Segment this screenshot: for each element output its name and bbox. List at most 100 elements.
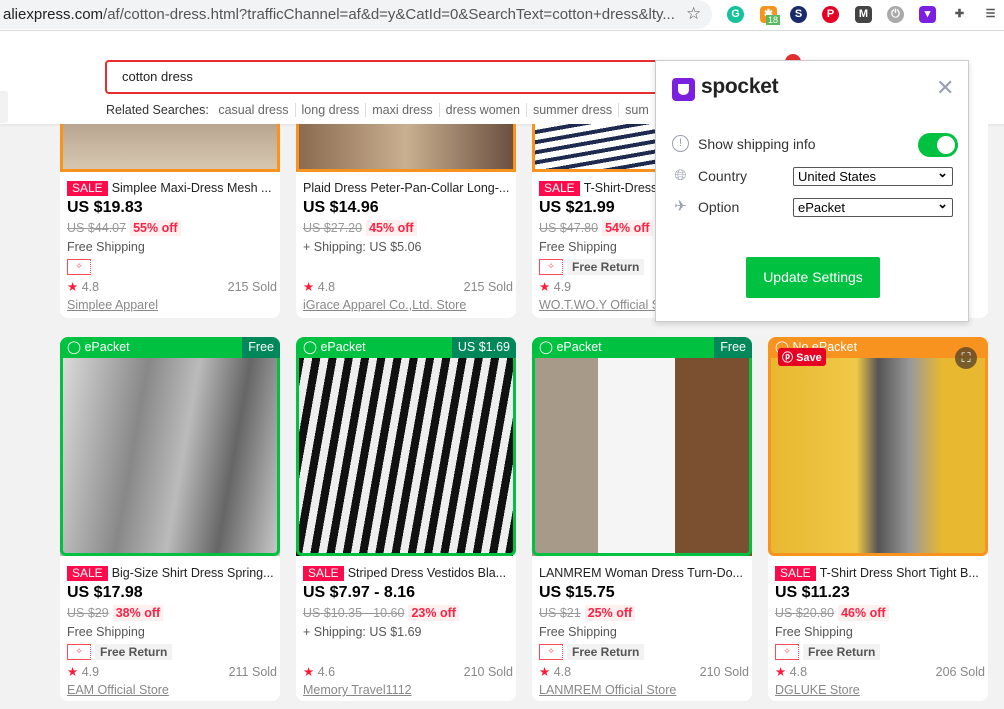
rating: 4.8 <box>553 665 572 679</box>
product-card[interactable]: ◯ ePacket US $1.69 SALE Striped Dress Vest… <box>296 337 516 701</box>
original-price: US $21 <box>539 606 581 620</box>
free-return-badge: Free Return <box>803 644 881 660</box>
url-path: /af/cotton-dress.html?trafficChannel=af&… <box>103 6 675 23</box>
related-link[interactable]: sum <box>619 103 656 117</box>
product-title[interactable]: Big-Size Shirt Dress Spring... <box>112 566 274 580</box>
shipping-method: ePacket <box>84 340 130 354</box>
image-frame <box>60 358 280 556</box>
puzzle-icon[interactable]: ✚ <box>951 6 968 23</box>
product-title[interactable]: T-Shirt-Dress <box>584 181 658 195</box>
price: US $17.98 <box>67 584 143 601</box>
m-extension-icon[interactable]: M <box>855 6 872 23</box>
sale-badge: SALE <box>67 181 108 196</box>
discount: 45% off <box>366 220 417 236</box>
address-bar[interactable]: aliexpress.com/af/cotton-dress.html?traf… <box>0 0 712 29</box>
spocket-popup: spocket ✕ ! Show shipping info 🌐︎ Country … <box>655 60 969 322</box>
shipping: Free Shipping <box>67 625 145 639</box>
shipping: + Shipping: US $1.69 <box>303 625 422 639</box>
sold-count: 210 Sold <box>699 665 749 679</box>
related-link[interactable]: long dress <box>295 103 367 117</box>
sold-count: 215 Sold <box>463 280 513 294</box>
store-link[interactable]: Memory Travel1112 <box>303 682 513 698</box>
price: US $14.96 <box>303 199 379 216</box>
browser-toolbar: aliexpress.com/af/cotton-dress.html?traf… <box>0 0 1004 31</box>
shipping-method: ePacket <box>556 340 602 354</box>
price: US $11.23 <box>775 584 850 601</box>
menu-icon[interactable]: ☰ <box>982 6 999 23</box>
search-input[interactable]: cotton dress <box>105 60 705 94</box>
country-label: Country <box>698 167 748 184</box>
option-select[interactable]: ePacket <box>793 195 953 217</box>
rating: 4.9 <box>553 280 572 294</box>
store-link[interactable]: EAM Official Store <box>67 682 277 698</box>
grammarly-icon[interactable]: G <box>727 6 744 23</box>
related-link[interactable]: maxi dress <box>366 103 440 117</box>
close-icon[interactable]: ✕ <box>936 75 954 101</box>
coupon-icon: ✧ <box>539 259 563 275</box>
discount: 46% off <box>838 605 889 621</box>
related-link[interactable]: casual dress <box>212 103 296 117</box>
shipping: Free Shipping <box>539 625 617 639</box>
spocket-extension-icon[interactable]: ▾ <box>919 6 936 23</box>
shipping-cost: US $1.69 <box>451 337 516 358</box>
star-icon: ★ <box>67 280 79 294</box>
store-link[interactable]: LANMREM Official Store <box>539 682 749 698</box>
sale-badge: SALE <box>539 181 580 196</box>
product-card[interactable]: SALE Simplee Maxi-Dress Mesh ... US $19.8… <box>60 124 280 318</box>
shipping-banner: ◯ ePacket US $1.69 <box>296 337 516 358</box>
sold-count: 215 Sold <box>227 280 277 294</box>
rating: 4.9 <box>81 665 100 679</box>
shipping-banner: ◯ ePacket Free <box>532 337 752 358</box>
pinterest-icon[interactable]: P <box>822 6 839 23</box>
pinterest-save-button[interactable]: ⓟ Save <box>778 348 826 366</box>
free-return-badge: Free Return <box>95 644 173 660</box>
store-link[interactable]: iGrace Apparel Co.,Ltd. Store <box>303 297 513 313</box>
bookmark-star-icon[interactable]: ☆ <box>686 4 701 24</box>
discount: 23% off <box>408 605 459 621</box>
product-title[interactable]: T-Shirt Dress Short Tight B... <box>820 566 979 580</box>
price: US $7.97 - 8.16 <box>303 584 416 601</box>
country-select[interactable]: United States <box>793 164 953 186</box>
spocket-logo-icon <box>672 78 695 101</box>
product-card[interactable]: Plaid Dress Peter-Pan-Collar Long-... US… <box>296 124 516 318</box>
rating: 4.8 <box>317 280 336 294</box>
store-link[interactable]: DGLUKE Store <box>775 682 985 698</box>
product-image[interactable] <box>296 124 516 172</box>
product-image[interactable] <box>60 124 280 172</box>
related-link[interactable]: dress women <box>439 103 527 117</box>
sold-count: 211 Sold <box>228 665 277 679</box>
product-title[interactable]: Striped Dress Vestidos Bla... <box>348 566 506 580</box>
info-icon: ! <box>672 135 689 152</box>
related-searches: Related Searches: casual dress long dress… <box>106 103 656 117</box>
discount: 25% off <box>584 605 636 621</box>
product-title[interactable]: LANMREM Woman Dress Turn-Do... <box>539 566 743 580</box>
power-icon[interactable]: ⏻ <box>887 6 904 23</box>
coupon-icon: ✧ <box>775 644 799 660</box>
shipping-method: ePacket <box>320 340 366 354</box>
store-link[interactable]: Simplee Apparel <box>67 297 277 313</box>
original-price: US $44.07 <box>67 221 127 235</box>
product-card[interactable]: ◯ ePacket Free LANMREM Woman Dress Turn-D… <box>532 337 752 701</box>
product-title[interactable]: Simplee Maxi-Dress Mesh ... <box>112 181 272 195</box>
coupon-icon: ✧ <box>67 259 91 275</box>
star-icon: ★ <box>67 665 79 679</box>
product-card[interactable]: ◯ No ePacket ⓟ Save ⛶ SALE T-Shirt Dress … <box>768 337 988 701</box>
original-price: US $47.80 <box>539 221 599 235</box>
sale-badge: SALE <box>303 566 344 581</box>
discount: 54% off <box>602 220 653 236</box>
product-image[interactable] <box>768 358 988 556</box>
honey-icon[interactable]: S <box>790 6 807 23</box>
free-return-badge: Free Return <box>567 259 645 275</box>
visual-search-icon[interactable]: ⛶ <box>955 347 977 369</box>
show-shipping-toggle[interactable] <box>918 133 958 157</box>
product-title[interactable]: Plaid Dress Peter-Pan-Collar Long-... <box>303 181 509 195</box>
update-settings-button[interactable]: Update Settings <box>746 257 880 298</box>
star-icon: ★ <box>539 665 551 679</box>
original-price: US $29 <box>67 606 109 620</box>
coupon-icon: ✧ <box>67 644 91 660</box>
product-card[interactable]: ◯ ePacket Free SALE Big-Size Shirt Dress S… <box>60 337 280 701</box>
discount: 55% off <box>130 220 181 236</box>
related-link[interactable]: summer dress <box>526 103 620 117</box>
spocket-brand: spocket <box>701 75 779 98</box>
sale-badge: SALE <box>67 566 108 581</box>
